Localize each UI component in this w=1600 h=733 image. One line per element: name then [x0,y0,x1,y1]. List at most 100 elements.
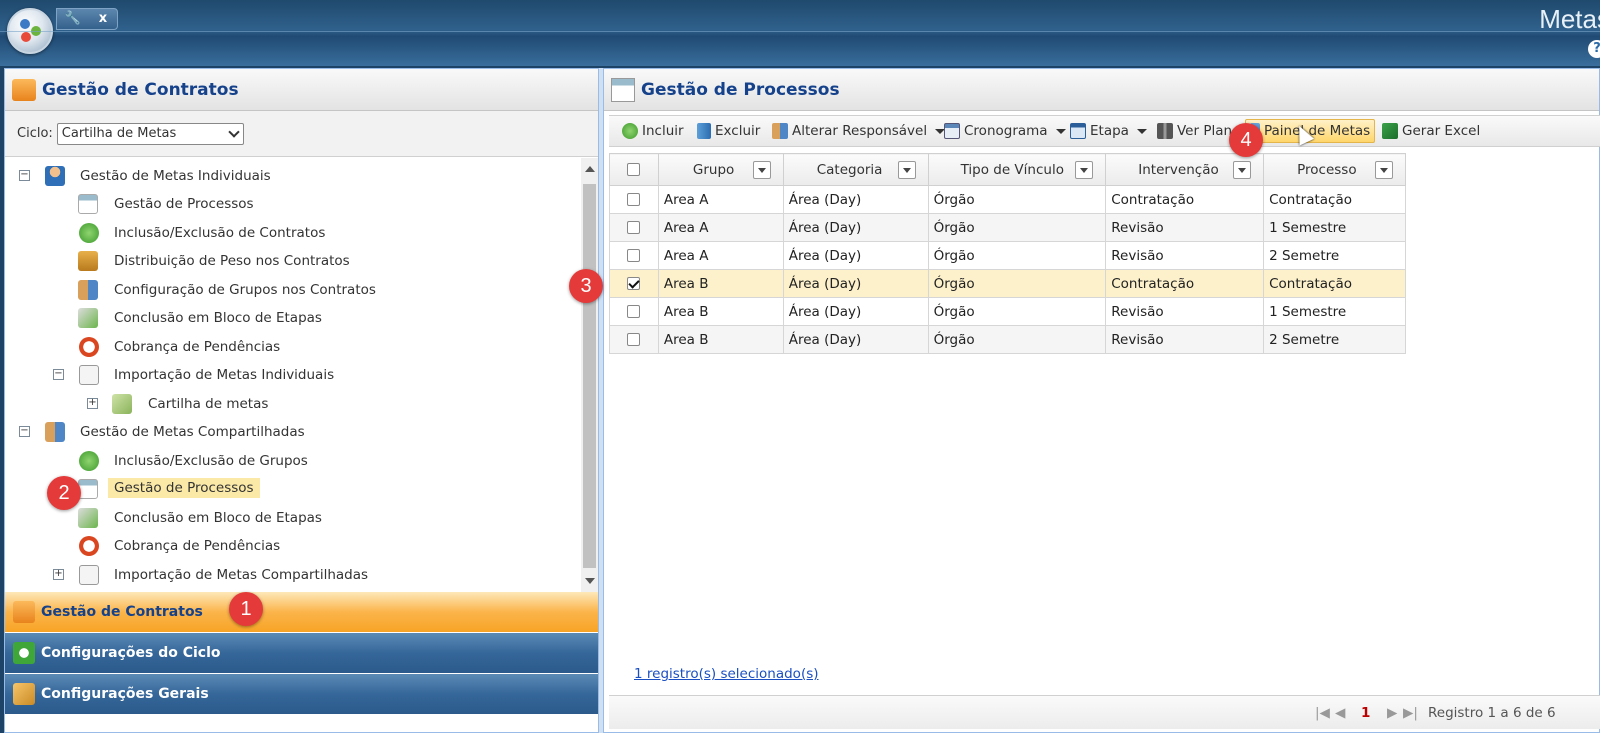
collapse-icon[interactable]: − [53,369,64,380]
tree-item-distribuicao-peso[interactable]: Distribuição de Peso nos Contratos [5,249,575,273]
table-row-selected[interactable]: Area B Área (Day) Órgão Contratação Cont… [609,269,1406,298]
column-header-intervencao[interactable]: Intervenção [1105,153,1265,186]
column-menu-icon[interactable] [1233,161,1252,179]
etapa-button[interactable]: Etapa [1070,119,1147,143]
tree-item-conclusao-bloco[interactable]: Conclusão em Bloco de Etapas [5,306,575,330]
gerar-excel-button[interactable]: Gerar Excel [1382,119,1480,143]
column-header-tipo-vinculo[interactable]: Tipo de Vínculo [927,153,1107,186]
cell-processo: Contratação [1263,185,1406,214]
row-checkbox[interactable] [627,193,641,206]
wrench-icon [13,683,35,705]
row-select-cell[interactable] [609,269,659,298]
tree-item-inclusao-grupos[interactable]: Inclusão/Exclusão de Grupos [5,449,575,473]
tree-node-importacao-compartilhadas[interactable]: + Importação de Metas Compartilhadas [5,563,575,587]
wrench-icon[interactable]: 🔧 [59,9,87,29]
ver-plano-button[interactable]: Ver Plano [1157,119,1240,143]
tree-label: Importação de Metas Individuais [114,367,335,383]
tree-item-cobranca-compartilhadas[interactable]: Cobrança de Pendências [5,534,575,558]
tree-item-conclusao-bloco-compartilhadas[interactable]: Conclusão em Bloco de Etapas [5,506,575,530]
select-all-checkbox[interactable] [627,163,641,176]
collapse-icon[interactable]: − [19,170,30,181]
tree-item-gestao-processos-compartilhadas[interactable]: Gestão de Processos [5,477,575,501]
app-orb-button[interactable] [7,8,53,54]
plus-circle-icon [622,123,638,139]
accordion-config-gerais[interactable]: Configurações Gerais [5,674,598,714]
expand-icon[interactable]: + [53,569,64,580]
scale-icon [78,251,98,271]
scroll-down-icon[interactable] [585,578,595,584]
cronograma-button[interactable]: Cronograma [944,119,1066,143]
selection-info-link[interactable]: 1 registro(s) selecionado(s) [634,666,819,682]
row-select-cell[interactable] [609,297,659,326]
user-swap-icon [772,123,788,139]
tree-node-cartilha[interactable]: + Cartilha de metas [5,392,575,416]
next-page-icon[interactable]: ▶ [1387,705,1397,721]
scroll-up-icon[interactable] [585,166,595,172]
column-label: Intervenção [1138,161,1219,178]
app-brand: Metas [1539,4,1600,34]
cell-processo: 1 Semestre [1263,297,1406,326]
window-icon [78,479,98,499]
chevron-down-icon[interactable] [1055,128,1066,134]
cell-tipo: Órgão [927,325,1107,354]
column-label: Tipo de Vínculo [960,161,1064,178]
ciclo-select[interactable]: Cartilha de Metas [56,122,244,145]
table-row[interactable]: Area B Área (Day) Órgão Revisão 2 Semetr… [609,325,1406,354]
column-menu-icon[interactable] [752,161,771,179]
check-icon [78,308,98,328]
column-menu-icon[interactable] [897,161,916,179]
tree-item-inclusao-contratos[interactable]: Inclusão/Exclusão de Contratos [5,221,575,245]
close-icon[interactable]: x [89,9,117,29]
tree-item-gestao-processos-individuais[interactable]: Gestão de Processos [5,192,575,216]
tree-node-metas-compartilhadas[interactable]: − Gestão de Metas Compartilhadas [5,420,575,444]
step-badge-2: 2 [47,476,81,510]
last-page-icon[interactable]: ▶| [1403,705,1418,721]
cell-tipo: Órgão [927,185,1107,214]
row-select-cell[interactable] [609,325,659,354]
cell-grupo: Area A [657,241,784,270]
chevron-down-icon[interactable] [1136,128,1147,134]
row-checkbox[interactable] [627,333,641,346]
accordion-gestao-contratos[interactable]: Gestão de Contratos [5,592,598,632]
table-row[interactable]: Area B Área (Day) Órgão Revisão 1 Semest… [609,297,1406,326]
help-icon[interactable]: ? [1588,40,1600,58]
plus-circle-icon [79,223,99,243]
row-checkbox-checked[interactable] [627,277,641,290]
ciclo-select-value: Cartilha de Metas [61,125,177,141]
tree-node-importacao-individuais[interactable]: − Importação de Metas Individuais [5,363,575,387]
row-select-cell[interactable] [609,185,659,214]
row-checkbox[interactable] [627,249,641,262]
column-header-categoria[interactable]: Categoria [782,153,929,186]
tree-label: Conclusão em Bloco de Etapas [114,310,322,326]
table-row[interactable]: Area A Área (Day) Órgão Contratação Cont… [609,185,1406,214]
column-menu-icon[interactable] [1375,161,1393,179]
incluir-button[interactable]: Incluir [622,119,684,143]
column-menu-icon[interactable] [1075,161,1094,179]
first-page-icon[interactable]: |◀ [1315,705,1330,721]
table-row[interactable]: Area A Área (Day) Órgão Revisão 1 Semest… [609,213,1406,242]
cell-intervencao: Revisão [1105,241,1265,270]
row-checkbox[interactable] [627,221,641,234]
row-select-cell[interactable] [609,241,659,270]
current-page[interactable]: 1 [1361,705,1370,721]
accordion-config-ciclo[interactable]: Configurações do Ciclo [5,633,598,673]
alterar-responsavel-button[interactable]: Alterar Responsável [772,119,946,143]
excluir-button[interactable]: Excluir [697,119,760,143]
tree-node-metas-individuais[interactable]: − Gestão de Metas Individuais [5,164,575,188]
column-header-grupo[interactable]: Grupo [657,153,784,186]
collapse-icon[interactable]: − [19,426,30,437]
scroll-thumb[interactable] [583,184,596,568]
tree-item-config-grupos[interactable]: Configuração de Grupos nos Contratos [5,278,575,302]
tree-item-cobranca[interactable]: Cobrança de Pendências [5,335,575,359]
row-checkbox[interactable] [627,305,641,318]
column-header-processo[interactable]: Processo [1263,153,1406,186]
row-select-cell[interactable] [609,213,659,242]
cell-intervencao: Contratação [1105,185,1265,214]
table-row[interactable]: Area A Área (Day) Órgão Revisão 2 Semetr… [609,241,1406,270]
select-all-header[interactable] [609,153,659,186]
prev-page-icon[interactable]: ◀ [1335,705,1345,721]
expand-icon[interactable]: + [87,398,98,409]
column-label: Grupo [692,161,735,178]
tree-scrollbar[interactable] [581,158,598,592]
tree-label: Importação de Metas Compartilhadas [114,567,369,583]
